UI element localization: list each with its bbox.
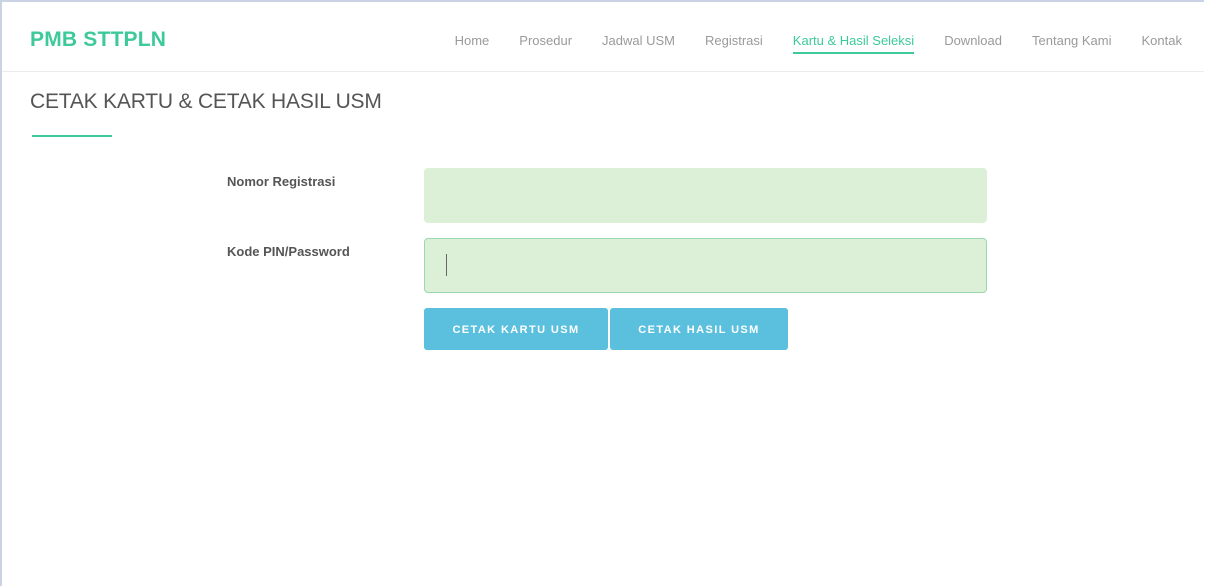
nav-home[interactable]: Home	[455, 33, 490, 54]
text-caret	[446, 254, 447, 276]
nav-registrasi[interactable]: Registrasi	[705, 33, 763, 54]
nav-jadwal-usm[interactable]: Jadwal USM	[602, 33, 675, 54]
browser-frame: PMB STTPLN Home Prosedur Jadwal USM Regi…	[0, 0, 1204, 586]
navbar: PMB STTPLN Home Prosedur Jadwal USM Regi…	[2, 2, 1204, 72]
nav-menu: Home Prosedur Jadwal USM Registrasi Kart…	[425, 33, 1182, 54]
pin-password-label: Kode PIN/Password	[227, 244, 350, 259]
page-title: CETAK KARTU & CETAK HASIL USM	[30, 90, 382, 113]
registration-number-label: Nomor Registrasi	[227, 174, 336, 189]
nav-download[interactable]: Download	[944, 33, 1002, 54]
brand-logo[interactable]: PMB STTPLN	[30, 28, 166, 52]
nav-kartu-hasil-seleksi[interactable]: Kartu & Hasil Seleksi	[792, 33, 915, 54]
nav-tentang-kami[interactable]: Tentang Kami	[1032, 33, 1112, 54]
nav-prosedur[interactable]: Prosedur	[519, 33, 572, 54]
title-underline	[32, 135, 112, 137]
print-card-button[interactable]: CETAK KARTU USM	[424, 308, 608, 350]
pin-password-input[interactable]	[424, 238, 987, 293]
nav-kontak[interactable]: Kontak	[1142, 33, 1182, 54]
print-result-button[interactable]: CETAK HASIL USM	[610, 308, 788, 350]
registration-number-input[interactable]	[424, 168, 987, 223]
